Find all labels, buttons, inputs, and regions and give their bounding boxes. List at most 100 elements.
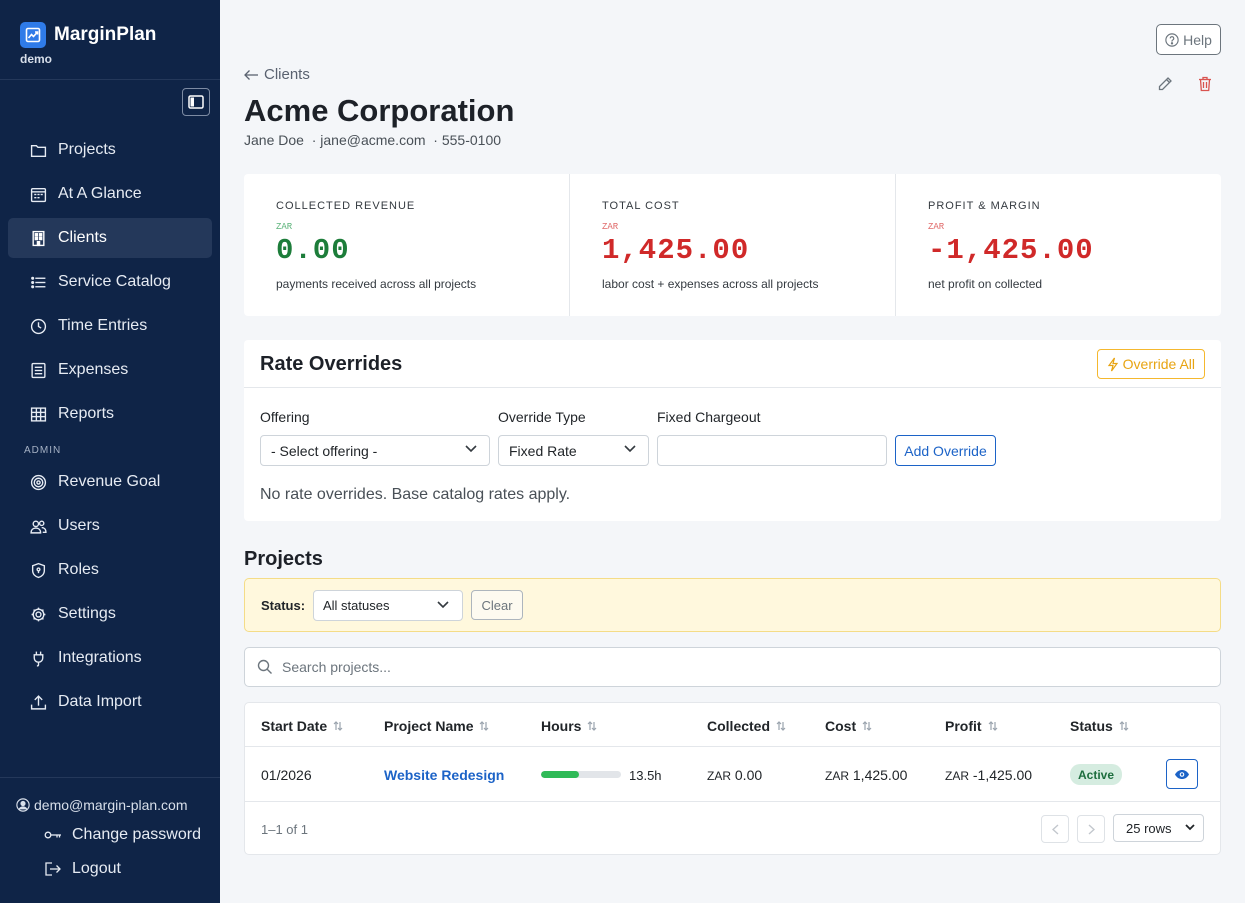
- offering-label: Offering: [260, 409, 310, 425]
- upload-icon: [30, 694, 47, 710]
- sidebar-item-label: Users: [58, 517, 100, 534]
- chevron-down-icon: [624, 445, 636, 453]
- sidebar-item-time-entries[interactable]: Time Entries: [8, 306, 212, 346]
- change-password-link[interactable]: Change password: [44, 826, 201, 844]
- table-header-divider: [245, 746, 1220, 747]
- total-cost-stat: TOTAL COST ZAR 1,425.00 labor cost + exp…: [570, 174, 896, 316]
- lightning-icon: [1107, 357, 1118, 371]
- sidebar-item-integrations[interactable]: Integrations: [8, 638, 212, 678]
- currency-code: ZAR: [707, 769, 731, 783]
- status-filter-select[interactable]: All statuses: [313, 590, 463, 621]
- column-header-project-name[interactable]: Project Name: [384, 718, 489, 734]
- arrow-left-icon: [244, 69, 258, 80]
- sidebar-item-label: Revenue Goal: [58, 473, 161, 490]
- status-filter-label: Status:: [261, 598, 306, 613]
- add-override-button[interactable]: Add Override: [895, 435, 996, 466]
- target-icon: [30, 474, 47, 490]
- chevron-down-icon: [465, 445, 477, 453]
- column-header-label: Cost: [825, 718, 857, 734]
- previous-page-button[interactable]: [1041, 815, 1069, 843]
- sidebar-item-reports[interactable]: Reports: [8, 394, 212, 434]
- question-circle-icon: [1165, 32, 1179, 47]
- receipt-icon: [31, 362, 46, 378]
- sidebar-toggle-button[interactable]: [182, 88, 210, 116]
- workspace-name: demo: [20, 52, 53, 66]
- pagination-info: 1–1 of 1: [261, 822, 308, 837]
- clear-filter-button[interactable]: Clear: [471, 590, 523, 620]
- stat-value: 1,425.00: [602, 234, 750, 267]
- edit-client-button[interactable]: [1155, 74, 1175, 94]
- profit-amount: -1,425.00: [972, 767, 1033, 783]
- sidebar-divider: [0, 79, 220, 80]
- help-button[interactable]: Help: [1156, 24, 1221, 55]
- project-name-link[interactable]: Website Redesign: [384, 767, 504, 783]
- delete-client-button[interactable]: [1195, 74, 1215, 94]
- stat-label: TOTAL COST: [602, 200, 680, 212]
- key-icon: [44, 831, 61, 839]
- pencil-icon: [1158, 77, 1172, 91]
- sort-icon: [480, 721, 489, 731]
- project-search-box: [244, 647, 1221, 687]
- currency-code: ZAR: [945, 769, 969, 783]
- status-filter-value: All statuses: [323, 598, 390, 613]
- rows-per-page-select[interactable]: 25 rows: [1113, 814, 1204, 842]
- currency-code: ZAR: [825, 769, 849, 783]
- users-icon: [30, 519, 47, 534]
- column-header-collected[interactable]: Collected: [707, 718, 786, 734]
- column-header-hours[interactable]: Hours: [541, 718, 597, 734]
- sidebar-item-settings[interactable]: Settings: [8, 594, 212, 634]
- sidebar-item-revenue-goal[interactable]: Revenue Goal: [8, 462, 212, 502]
- rate-overrides-title: Rate Overrides: [260, 353, 403, 375]
- logout-icon: [45, 862, 61, 876]
- rate-overrides-card: Rate Overrides Override All Offering Ove…: [244, 340, 1221, 521]
- override-type-select[interactable]: Fixed Rate: [498, 435, 649, 466]
- column-header-start-date[interactable]: Start Date: [261, 718, 343, 734]
- back-to-clients-link[interactable]: Clients: [244, 66, 310, 83]
- hours-progress-fill: [541, 771, 580, 778]
- column-header-cost[interactable]: Cost: [825, 718, 872, 734]
- column-header-profit[interactable]: Profit: [945, 718, 998, 734]
- rows-per-page-value: 25 rows: [1126, 820, 1172, 836]
- sidebar-item-data-import[interactable]: Data Import: [8, 682, 212, 722]
- search-input[interactable]: [282, 659, 1182, 675]
- sidebar-item-clients[interactable]: Clients: [8, 218, 212, 258]
- logout-link[interactable]: Logout: [44, 860, 121, 878]
- sidebar-item-expenses[interactable]: Expenses: [8, 350, 212, 390]
- back-link-label: Clients: [264, 66, 310, 83]
- collected-revenue-stat: COLLECTED REVENUE ZAR 0.00 payments rece…: [244, 174, 570, 316]
- profit-margin-stat: PROFIT & MARGIN ZAR -1,425.00 net profit…: [896, 174, 1221, 316]
- collected-amount: 0.00: [734, 767, 763, 783]
- sort-icon: [988, 721, 997, 731]
- sort-icon: [1119, 721, 1129, 731]
- view-project-button[interactable]: [1166, 759, 1198, 789]
- offering-select-value: - Select offering -: [271, 442, 378, 459]
- stat-description: payments received across all projects: [276, 277, 477, 291]
- stat-description: net profit on collected: [928, 277, 1043, 291]
- sidebar-item-roles[interactable]: Roles: [8, 550, 212, 590]
- sidebar-divider: [0, 777, 220, 778]
- stat-label: COLLECTED REVENUE: [276, 200, 416, 212]
- sidebar-item-service-catalog[interactable]: Service Catalog: [8, 262, 212, 302]
- offering-select[interactable]: - Select offering -: [260, 435, 490, 466]
- override-all-button[interactable]: Override All: [1096, 349, 1205, 379]
- cell-start-date: 01/2026: [261, 767, 312, 783]
- sort-icon: [776, 721, 786, 731]
- column-header-status[interactable]: Status: [1070, 718, 1129, 734]
- column-header-label: Start Date: [261, 718, 328, 734]
- sidebar-item-at-a-glance[interactable]: At A Glance: [8, 174, 212, 214]
- next-page-button[interactable]: [1077, 815, 1105, 843]
- status-badge: Active: [1070, 764, 1123, 785]
- fixed-chargeout-input[interactable]: [657, 435, 887, 466]
- fixed-chargeout-label: Fixed Chargeout: [657, 409, 761, 425]
- brand[interactable]: MarginPlan: [20, 22, 156, 48]
- page-title: Acme Corporation: [244, 93, 515, 128]
- sidebar-item-users[interactable]: Users: [8, 506, 212, 546]
- column-header-label: Hours: [541, 718, 582, 734]
- sidebar-item-projects[interactable]: Projects: [8, 130, 212, 170]
- stat-currency: ZAR: [602, 222, 619, 232]
- sidebar-item-label: Projects: [58, 141, 116, 158]
- stat-currency: ZAR: [928, 222, 945, 232]
- chevron-left-icon: [1051, 823, 1058, 835]
- trash-icon: [1199, 76, 1211, 92]
- stat-description: labor cost + expenses across all project…: [602, 277, 819, 291]
